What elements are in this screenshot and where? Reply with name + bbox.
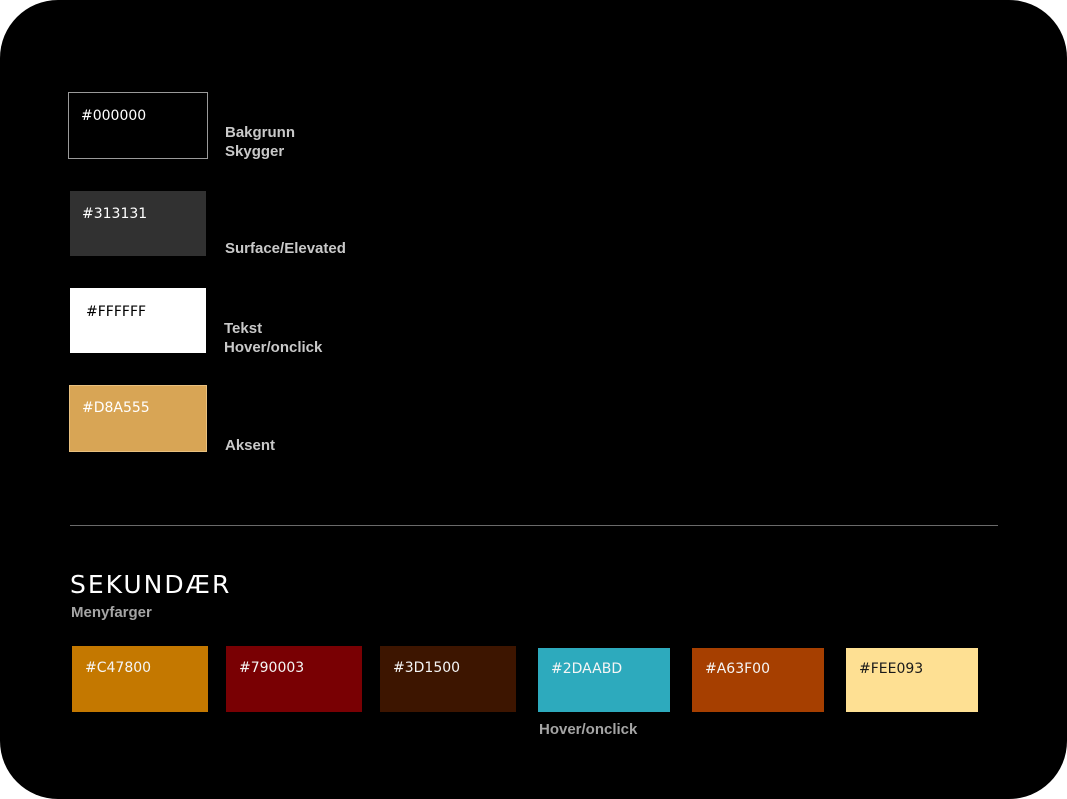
color-palette-frame: #000000 Bakgrunn Skygger #313131 Surface… [0,0,1067,799]
secondary-swatch-hex: #C47800 [85,660,152,676]
secondary-swatch-hex: #2DAABD [551,661,623,677]
swatch-black-description: Bakgrunn Skygger [225,124,295,161]
section-divider [70,525,998,526]
secondary-swatch [692,648,824,712]
swatch-accent [69,385,207,452]
swatch-white [70,288,206,353]
secondary-swatch [72,646,208,712]
section-title: SEKUNDÆR [70,570,232,599]
secondary-swatch [226,646,362,712]
swatch-black-hex: #000000 [81,108,147,124]
secondary-swatch-hex: #3D1500 [393,660,461,676]
role-label: Skygger [225,142,285,160]
role-label: Surface/Elevated [225,240,346,257]
swatch-surface [70,191,206,256]
swatch-surface-hex: #313131 [82,206,148,222]
secondary-swatch-label: Hover/onclick [539,721,638,738]
role-label: Tekst [224,320,263,337]
secondary-swatch [846,648,978,712]
swatch-white-description: Tekst Hover/onclick [224,320,322,357]
role-label: Hover/onclick [224,338,323,356]
secondary-swatch [380,646,516,712]
swatch-accent-hex: #D8A555 [82,400,150,416]
role-label: Aksent [225,437,276,454]
swatch-surface-description: Surface/Elevated [225,240,346,259]
secondary-swatch-hex: #A63F00 [705,661,770,677]
secondary-swatch-hex: #790003 [239,660,305,676]
swatch-accent-description: Aksent [225,437,275,456]
section-subtitle: Menyfarger [71,604,152,621]
secondary-swatch-hex: #FEE093 [859,661,924,677]
role-label: Bakgrunn [225,124,296,141]
swatch-black [68,92,208,159]
secondary-swatch [538,648,670,712]
swatch-white-hex: #FFFFFF [86,304,147,320]
